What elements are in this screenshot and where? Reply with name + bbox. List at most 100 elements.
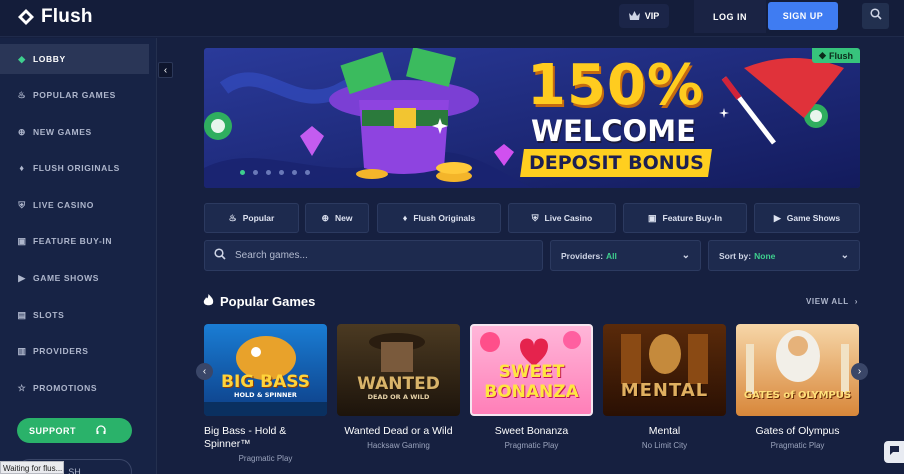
game-card-big-bass[interactable]: BIG BASS HOLD & SPINNER <box>204 324 327 416</box>
crown-icon <box>628 10 640 22</box>
bag-icon: ▣ <box>647 212 657 223</box>
carousel-dot[interactable] <box>305 170 310 175</box>
game-provider: Pragmatic Play <box>770 441 825 450</box>
chevron-right-icon: › <box>857 366 862 377</box>
game-art-title: GATES of OLYMPUS <box>743 390 852 401</box>
carousel-dot[interactable] <box>253 170 258 175</box>
tab-flush-originals[interactable]: ♦ Flush Originals <box>377 203 501 233</box>
support-button[interactable]: SUPPORT <box>17 418 132 443</box>
chevron-left-icon: ‹ <box>202 366 207 377</box>
tab-live-casino[interactable]: ⛨ Live Casino <box>508 203 616 233</box>
logo-text: Flush <box>41 6 93 27</box>
sidebar-item-feature-buy-in[interactable]: ▣ FEATURE BUY-IN <box>0 226 149 256</box>
login-button[interactable]: LOG IN <box>694 0 766 33</box>
gem-icon: ♦ <box>402 213 408 223</box>
providers-label: Providers: <box>561 250 604 261</box>
game-card-wanted[interactable]: WANTED DEAD OR A WILD <box>337 324 460 416</box>
flame-icon <box>203 294 214 309</box>
providers-icon: ▥ <box>17 345 27 356</box>
chevron-right-icon: › <box>854 297 858 306</box>
tab-popular[interactable]: ♨ Popular <box>204 203 299 233</box>
game-title[interactable]: Sweet Bonanza <box>470 425 593 438</box>
carousel-dot[interactable] <box>240 170 245 175</box>
shield-icon: ⛨ <box>18 199 26 210</box>
sidebar-item-providers[interactable]: ▥ PROVIDERS <box>0 336 149 366</box>
play-icon: ▶ <box>773 212 781 223</box>
game-art-title: WANTED <box>357 374 440 394</box>
sidebar-item-live-casino[interactable]: ⛨ LIVE CASINO <box>0 190 149 220</box>
game-art-title: BIG BASS <box>221 372 310 392</box>
tab-feature-buy-in[interactable]: ▣ Feature Buy-In <box>623 203 747 233</box>
sidebar-item-new-games[interactable]: ⊕ NEW GAMES <box>0 117 149 147</box>
game-search-box <box>204 240 543 271</box>
headset-icon <box>96 424 106 437</box>
sidebar-item-label: SLOTS <box>33 310 65 320</box>
game-title[interactable]: Big Bass - Hold & Spinner™ <box>204 425 327 451</box>
game-provider: Pragmatic Play <box>504 441 559 450</box>
search-icon <box>214 247 226 265</box>
carousel-dots <box>240 170 310 175</box>
banner-subheadline: WELCOME <box>531 114 696 148</box>
view-all-label: VIEW ALL <box>806 297 849 306</box>
providers-select[interactable]: Providers: All ⌄ <box>550 240 701 271</box>
star-icon: ☆ <box>17 382 27 393</box>
sort-label: Sort by: <box>719 250 752 261</box>
sidebar-item-game-shows[interactable]: ▶ GAME SHOWS <box>0 263 149 293</box>
promo-banner[interactable]: 150% WELCOME DEPOSIT BONUS ◆ Flush <box>204 48 860 188</box>
game-provider: Hacksaw Gaming <box>367 441 430 450</box>
sidebar-item-label: PROMOTIONS <box>33 383 98 393</box>
game-card-mental[interactable]: MENTAL <box>603 324 726 416</box>
game-title[interactable]: Mental <box>603 425 726 438</box>
tab-new[interactable]: ⊕ New <box>305 203 369 233</box>
banner-headline: 150% <box>527 53 705 118</box>
game-card-gates-of-olympus[interactable]: GATES of OLYMPUS <box>736 324 859 416</box>
sidebar-item-label: GAME SHOWS <box>33 273 99 283</box>
sidebar-item-lobby[interactable]: ◆ LOBBY <box>0 44 149 74</box>
carousel-dot[interactable] <box>279 170 284 175</box>
game-card-sweet-bonanza[interactable]: SWEET BONANZA <box>470 324 593 416</box>
shield-icon: ⛨ <box>531 212 539 223</box>
search-input[interactable] <box>235 250 515 261</box>
flush-logo-icon: ◆ <box>819 50 826 60</box>
plus-circle-icon: ⊕ <box>321 212 330 223</box>
game-title[interactable]: Gates of Olympus <box>736 425 859 438</box>
collapse-sidebar-button[interactable]: ‹ <box>158 62 173 78</box>
game-art-subtitle: HOLD & SPINNER <box>234 391 297 399</box>
banner-brand-text: Flush <box>828 50 853 61</box>
tab-game-shows[interactable]: ▶ Game Shows <box>754 203 860 233</box>
play-icon: ▶ <box>18 272 26 283</box>
vip-label: VIP <box>644 11 660 21</box>
game-art-title: SWEET <box>498 362 565 382</box>
support-label: SUPPORT <box>29 425 77 436</box>
sidebar-item-label: FLUSH ORIGINALS <box>33 163 120 173</box>
game-title[interactable]: Wanted Dead or a Wild <box>337 425 460 438</box>
sidebar-item-promotions[interactable]: ☆ PROMOTIONS <box>0 373 149 403</box>
tab-label: Popular <box>242 213 275 223</box>
chat-button[interactable] <box>884 441 904 463</box>
carousel-prev-button[interactable]: ‹ <box>196 363 213 380</box>
vip-button[interactable]: VIP <box>619 4 669 28</box>
header-search-button[interactable] <box>862 3 889 29</box>
logo[interactable]: Flush <box>17 6 93 28</box>
game-art <box>204 336 327 416</box>
game-art-title: MENTAL <box>620 380 709 401</box>
carousel-dot[interactable] <box>292 170 297 175</box>
carousel-next-button[interactable]: › <box>851 363 868 380</box>
sidebar-item-label: LOBBY <box>33 54 66 64</box>
view-all-link[interactable]: VIEW ALL › <box>806 297 858 306</box>
providers-value: All <box>606 250 617 261</box>
carousel-dot[interactable] <box>266 170 271 175</box>
slot-icon: ▤ <box>17 309 27 320</box>
game-art <box>369 333 425 372</box>
sidebar-item-slots[interactable]: ▤ SLOTS <box>0 300 149 330</box>
sort-select[interactable]: Sort by: None ⌄ <box>708 240 860 271</box>
sidebar-item-flush-originals[interactable]: ♦ FLUSH ORIGINALS <box>0 153 149 183</box>
tab-label: New <box>335 213 353 223</box>
search-icon <box>869 7 882 25</box>
signup-button[interactable]: SIGN UP <box>768 2 838 30</box>
sidebar-item-popular-games[interactable]: ♨ POPULAR GAMES <box>0 80 149 110</box>
plus-circle-icon: ⊕ <box>17 126 27 137</box>
flame-icon: ♨ <box>17 89 27 100</box>
game-art <box>621 334 708 384</box>
gem-icon: ♦ <box>19 163 25 173</box>
